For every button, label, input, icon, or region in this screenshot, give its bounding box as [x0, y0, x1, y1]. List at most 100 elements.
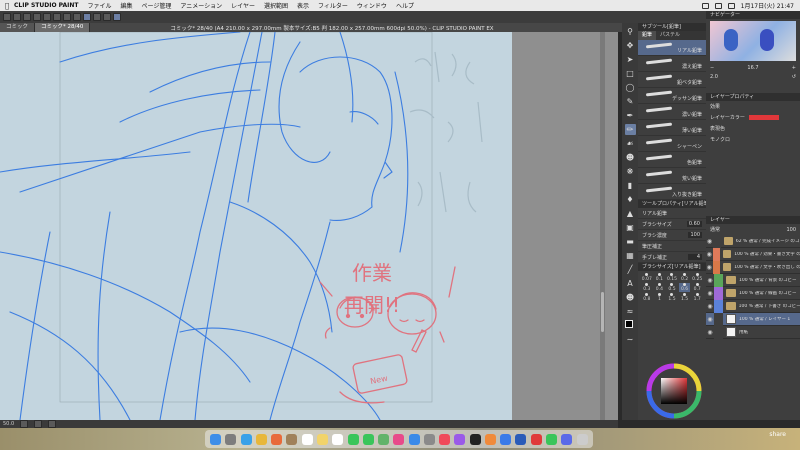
menu-filter[interactable]: フィルター — [318, 1, 348, 10]
layer-row[interactable]: ◉ 100 % 通常 / 線画 のコピー — [706, 286, 800, 300]
dock-chrome-icon[interactable] — [255, 433, 267, 445]
transparent-color-icon[interactable]: ∼ — [625, 334, 636, 345]
decoration-tool-icon[interactable]: ❋ — [625, 166, 636, 177]
object-tool-icon[interactable]: ➤ — [625, 54, 636, 65]
dock-reminders-icon[interactable] — [332, 433, 344, 445]
layer-opacity-value[interactable]: 100 — [786, 227, 796, 233]
pencil-tool-icon[interactable]: ✏ — [624, 124, 636, 135]
dock-discord-icon[interactable] — [561, 433, 573, 445]
menu-page[interactable]: ページ管理 — [142, 1, 172, 10]
layer-row[interactable]: ◉ 100 % 通常 / 効果・書き文字 のコピー — [706, 247, 800, 261]
undo-icon[interactable] — [33, 13, 41, 21]
blend-mode-select[interactable]: 通常 — [710, 226, 720, 233]
rotate-reset-icon[interactable]: ↺ — [792, 74, 796, 80]
menu-app-name[interactable]: CLIP STUDIO PAINT — [14, 2, 78, 9]
airbrush-tool-icon[interactable]: ☻ — [625, 152, 636, 163]
pen-tool-icon[interactable]: ✒ — [625, 110, 636, 121]
brush-size-option[interactable]: 0.5 — [666, 283, 678, 292]
brush-size-option[interactable]: 1.5 — [666, 293, 678, 302]
layer-row[interactable]: ◉ 用紙 — [706, 325, 800, 339]
dock-trash-icon[interactable] — [576, 433, 588, 445]
tab-pastel[interactable]: パステル — [656, 31, 684, 40]
brush-item[interactable]: シャーペン — [638, 136, 706, 152]
scrollbar-thumb[interactable] — [601, 292, 604, 332]
redo-icon[interactable] — [43, 13, 51, 21]
brush-item[interactable]: デッサン鉛筆 — [638, 88, 706, 104]
menu-help[interactable]: ヘルプ — [396, 1, 414, 10]
layer-row[interactable]: ◉ 100 % 通常 / 下書き のコピー — [706, 299, 800, 313]
dock-word-icon[interactable] — [515, 433, 527, 445]
save-icon[interactable] — [23, 13, 31, 21]
zoom-tool-icon[interactable]: ⚲ — [625, 26, 636, 37]
navigator-preview[interactable] — [710, 21, 796, 61]
eye-icon[interactable]: ◉ — [706, 303, 714, 310]
transform-icon[interactable] — [63, 13, 71, 21]
apple-icon[interactable]:  — [0, 2, 14, 10]
ruler-tool-icon[interactable]: ╱ — [625, 264, 636, 275]
dock-messages-icon[interactable] — [362, 433, 374, 445]
wifi-icon[interactable] — [714, 2, 722, 9]
eye-icon[interactable]: ◉ — [706, 316, 714, 323]
eye-icon[interactable]: ◉ — [706, 264, 713, 271]
menu-animation[interactable]: アニメーション — [180, 1, 222, 10]
main-color-chip[interactable] — [624, 320, 633, 328]
zoom-out-icon[interactable] — [20, 420, 29, 428]
sketch-canvas[interactable]: 作業 再開!! New — [0, 32, 512, 420]
menubar-clock[interactable]: 1月17日(火) 21:47 — [741, 1, 794, 10]
dock-calendar-icon[interactable] — [301, 433, 313, 445]
brush-size-option[interactable]: 0.7 — [691, 283, 703, 292]
navigator-zoom-value[interactable]: 16.7 — [747, 65, 758, 71]
dock-contacts-icon[interactable] — [286, 433, 298, 445]
figure-tool-icon[interactable]: ▬ — [625, 236, 636, 247]
zoom-out-nav-icon[interactable]: − — [710, 65, 714, 71]
brush-item[interactable]: リアル鉛筆 — [638, 40, 706, 56]
dock-podcasts-icon[interactable] — [454, 433, 466, 445]
eye-icon[interactable]: ◉ — [706, 290, 714, 297]
correct-line-tool-icon[interactable]: ≈ — [625, 306, 636, 317]
dock-acrobat-icon[interactable] — [530, 433, 542, 445]
dock-books-icon[interactable] — [484, 433, 496, 445]
eye-icon[interactable]: ◉ — [706, 329, 714, 336]
zoom-readout[interactable]: 50.0 — [3, 421, 14, 427]
eye-icon[interactable]: ◉ — [706, 277, 714, 284]
text-tool-icon[interactable]: A — [625, 278, 636, 289]
tab-pencil[interactable]: 鉛筆 — [638, 31, 657, 40]
brush-item[interactable]: 薄い鉛筆 — [638, 120, 706, 136]
brush-size-option[interactable]: 1 — [654, 293, 666, 302]
dock-maps-icon[interactable] — [378, 433, 390, 445]
dock-launchpad-icon[interactable] — [225, 433, 237, 445]
dock-clip-studio-icon[interactable] — [500, 433, 512, 445]
brush-size-option[interactable]: 0.1 — [654, 273, 666, 282]
canvas-area[interactable]: 作業 再開!! New — [0, 32, 618, 420]
grid-icon[interactable] — [103, 13, 111, 21]
vertical-scrollbar[interactable] — [600, 32, 605, 420]
navigator-rotation-value[interactable]: 2.0 — [710, 74, 718, 80]
brush-item[interactable]: 濃え鉛筆 — [638, 56, 706, 72]
menu-view[interactable]: 表示 — [297, 1, 309, 10]
clear-icon[interactable] — [53, 13, 61, 21]
dock-tv-icon[interactable] — [469, 433, 481, 445]
balloon-tool-icon[interactable]: ☻ — [625, 292, 636, 303]
shortcut-icon[interactable] — [113, 13, 121, 21]
layer-row[interactable]: ◉ 62 % 通常 / 完成イメージ のコピー — [706, 234, 800, 248]
search-icon[interactable] — [727, 2, 735, 9]
brush-size-option[interactable]: 0.07 — [641, 273, 653, 282]
brush-size-option[interactable]: 0.8 — [641, 293, 653, 302]
blend-tool-icon[interactable]: ♦ — [625, 194, 636, 205]
tab-comic-page[interactable]: コミック* 28/40 — [35, 23, 91, 32]
dock-safari-icon[interactable] — [240, 433, 252, 445]
rotate-icon[interactable] — [48, 420, 57, 428]
battery-icon[interactable] — [701, 2, 709, 9]
fill-tool-icon[interactable]: ▲ — [625, 208, 636, 219]
selection-tool-icon[interactable]: □ — [625, 68, 636, 79]
dock-app-store-icon[interactable] — [408, 433, 420, 445]
frame-tool-icon[interactable]: ▦ — [625, 250, 636, 261]
main-sub-color-chips[interactable] — [624, 320, 636, 331]
dock-settings-icon[interactable] — [423, 433, 435, 445]
menu-layer[interactable]: レイヤー — [231, 1, 255, 10]
zoom-in-icon[interactable] — [34, 420, 43, 428]
eraser-tool-icon[interactable]: ▮ — [625, 180, 636, 191]
tool-property-value[interactable]: 100 — [688, 232, 702, 238]
menu-window[interactable]: ウィンドウ — [357, 1, 387, 10]
zoom-in-nav-icon[interactable]: + — [792, 65, 796, 71]
